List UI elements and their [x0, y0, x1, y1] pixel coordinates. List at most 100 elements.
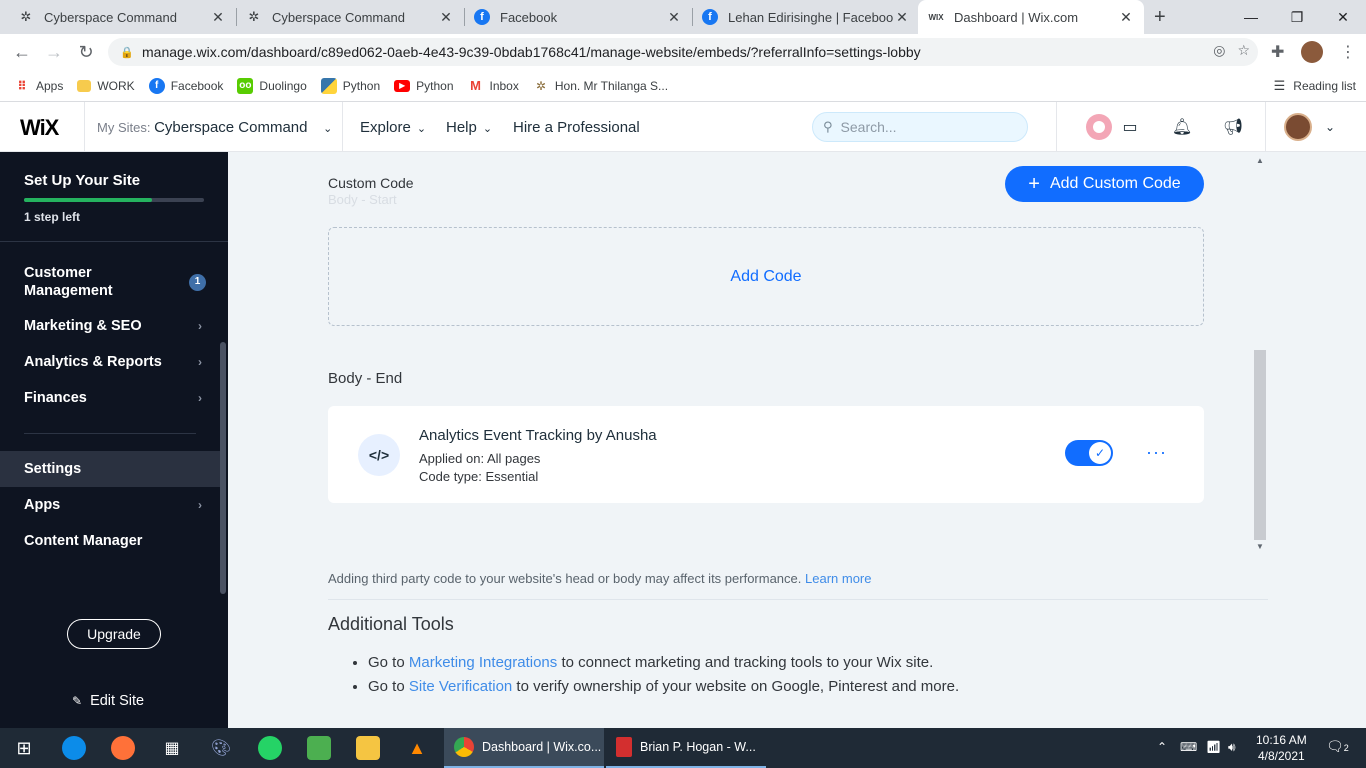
wix-search-input[interactable]: ⚲ Search... — [812, 112, 1028, 142]
nav-hire-professional[interactable]: Hire a Professional — [513, 119, 640, 136]
more-options-icon[interactable]: ··· — [1146, 442, 1167, 463]
language-icon[interactable]: ⌨ — [1180, 740, 1197, 754]
check-icon: ✓ — [1089, 442, 1111, 464]
browser-tab[interactable]: f Facebook ✕ — [464, 0, 693, 34]
snippet-enabled-toggle[interactable]: ✓ — [1065, 440, 1113, 466]
paint-icon[interactable]: 🎨︎ — [209, 736, 233, 760]
close-tab-icon[interactable]: ✕ — [894, 9, 910, 26]
edit-site-button[interactable]: ✎ Edit Site — [72, 693, 144, 709]
restore-icon[interactable]: ❐ — [1274, 0, 1320, 34]
bookmark-facebook[interactable]: f Facebook — [148, 77, 223, 94]
chat-icon[interactable]: ▭ — [1119, 116, 1141, 138]
chevron-down-icon[interactable]: ⌄ — [1319, 116, 1341, 138]
panel-scrollbar[interactable]: ▲ ▼ — [1254, 156, 1266, 552]
chrome-profile-avatar[interactable] — [1301, 41, 1323, 63]
extensions-icon[interactable]: ✚ — [1271, 42, 1284, 62]
eye-off-icon[interactable]: ◎ — [1213, 42, 1225, 59]
scroll-up-icon[interactable]: ▲ — [1256, 156, 1264, 165]
wix-logo[interactable]: WiX — [20, 115, 59, 141]
reading-list[interactable]: ☰ Reading list — [1274, 78, 1356, 94]
sidebar-item-settings[interactable]: Settings — [24, 461, 214, 477]
chevron-right-icon: › — [198, 355, 202, 369]
account-avatar[interactable] — [1284, 113, 1312, 141]
reload-icon[interactable]: ↻ — [74, 40, 98, 64]
gmail-icon: M — [470, 78, 481, 93]
sidebar-item-customer-management[interactable]: Customer Management 1 — [24, 264, 214, 300]
close-tab-icon[interactable]: ✕ — [1118, 9, 1134, 26]
bookmark-thilanga[interactable]: ✲ Hon. Mr Thilanga S... — [533, 78, 668, 94]
pencil-icon: ✎ — [72, 694, 83, 708]
add-code-dropzone[interactable]: Add Code — [328, 227, 1204, 326]
sidebar-scrollbar[interactable] — [220, 342, 226, 594]
chevron-right-icon: › — [198, 391, 202, 405]
vlc-icon[interactable]: ▲ — [405, 736, 429, 760]
site-verification-link[interactable]: Site Verification — [409, 678, 512, 695]
minimize-icon[interactable]: — — [1228, 0, 1274, 34]
bookmark-work[interactable]: WORK — [77, 79, 135, 93]
close-window-icon[interactable]: ✕ — [1320, 0, 1366, 34]
taskbar-app-pdf[interactable]: Brian P. Hogan - W... — [606, 728, 766, 768]
whatsapp-icon[interactable] — [258, 736, 282, 760]
bell-icon[interactable]: 🔔︎ — [1171, 116, 1193, 138]
sidebar-item-content-manager[interactable]: Content Manager — [24, 533, 214, 549]
close-tab-icon[interactable]: ✕ — [210, 9, 226, 26]
volume-icon[interactable]: 🔊︎ — [1228, 740, 1236, 755]
nav-help[interactable]: Help ⌄ — [446, 119, 492, 136]
back-icon[interactable]: ← — [10, 40, 34, 64]
dashboard-sidebar: Set Up Your Site 1 step left Customer Ma… — [0, 152, 228, 728]
wifi-icon[interactable]: 📶︎ — [1206, 740, 1221, 754]
utorrent-icon[interactable] — [307, 736, 331, 760]
chevron-up-icon[interactable]: ⌃ — [1157, 740, 1167, 754]
chrome-icon — [454, 737, 474, 757]
search-icon: ⚲ — [823, 119, 833, 134]
taskbar-app-chrome[interactable]: Dashboard | Wix.co... — [444, 728, 604, 768]
chevron-right-icon: › — [198, 319, 202, 333]
notifications-icon[interactable]: 🗨︎2 — [1326, 738, 1349, 755]
pdf-icon — [616, 737, 632, 757]
upgrade-button[interactable]: Upgrade — [67, 619, 161, 649]
youtube-icon: ▶ — [394, 79, 411, 92]
close-tab-icon[interactable]: ✕ — [438, 9, 454, 26]
close-tab-icon[interactable]: ✕ — [666, 9, 682, 26]
scroll-down-icon[interactable]: ▼ — [1256, 542, 1264, 551]
body-end-heading: Body - End — [328, 370, 403, 387]
notification-badge: 1 — [189, 273, 206, 291]
edge-icon[interactable] — [62, 736, 86, 760]
sidebar-item-analytics-reports[interactable]: Analytics & Reports › — [24, 354, 214, 370]
chrome-menu-icon[interactable]: ⋮ — [1340, 42, 1356, 62]
browser-tab[interactable]: ✲ Cyberspace Command ✕ — [8, 0, 237, 34]
firefox-icon[interactable] — [111, 736, 135, 760]
file-explorer-icon[interactable] — [356, 736, 380, 760]
new-tab-icon[interactable]: + — [1154, 6, 1166, 29]
python-icon — [320, 77, 337, 94]
bookmark-python[interactable]: Python — [320, 77, 380, 94]
bookmark-python-youtube[interactable]: ▶ Python — [394, 79, 454, 93]
star-icon[interactable]: ☆ — [1237, 42, 1250, 59]
sidebar-item-apps[interactable]: Apps › — [24, 497, 214, 513]
browser-tab-active[interactable]: WIX Dashboard | Wix.com ✕ — [918, 0, 1144, 34]
bookmark-apps[interactable]: ⠿ Apps — [14, 78, 63, 94]
learn-more-link[interactable]: Learn more — [805, 571, 871, 586]
system-clock[interactable]: 10:16 AM 4/8/2021 — [1256, 732, 1307, 764]
add-code-link[interactable]: Add Code — [730, 268, 801, 286]
url-bar[interactable]: 🔒 manage.wix.com/dashboard/c89ed062-0aeb… — [108, 38, 1258, 66]
browser-tab[interactable]: f Lehan Edirisinghe | Facebook ✕ — [692, 0, 920, 34]
marketing-integrations-link[interactable]: Marketing Integrations — [409, 654, 557, 671]
windows-start-icon[interactable]: ⊞ — [12, 736, 36, 760]
site-selector[interactable]: My Sites: Cyberspace Command ⌄ — [97, 119, 332, 136]
forward-icon[interactable]: → — [42, 40, 66, 64]
bookmark-inbox[interactable]: M Inbox — [468, 78, 519, 94]
add-custom-code-button[interactable]: + Add Custom Code — [1005, 166, 1204, 202]
chevron-down-icon: ⌄ — [482, 123, 493, 135]
sidebar-item-finances[interactable]: Finances › — [24, 390, 214, 406]
user-circle-icon[interactable] — [1086, 114, 1112, 140]
bookmark-duolingo[interactable]: oo Duolingo — [237, 77, 307, 94]
browser-tab[interactable]: ✲ Cyberspace Command ✕ — [236, 0, 465, 34]
setup-title[interactable]: Set Up Your Site — [24, 172, 140, 189]
list-item: Go to Marketing Integrations to connect … — [368, 654, 959, 678]
megaphone-icon[interactable]: 📢︎ — [1222, 116, 1244, 138]
sidebar-item-marketing-seo[interactable]: Marketing & SEO › — [24, 318, 214, 334]
nav-explore[interactable]: Explore ⌄ — [360, 119, 426, 136]
calculator-icon[interactable]: ▦ — [160, 736, 184, 760]
folder-icon — [77, 79, 92, 92]
